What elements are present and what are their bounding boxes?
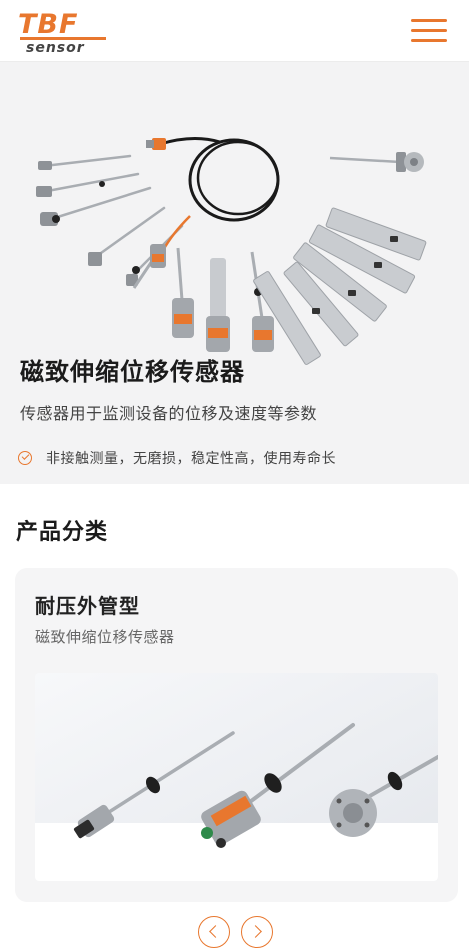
tbf-logo[interactable]: TBF sensor — [18, 9, 118, 56]
product-category-card[interactable]: 耐压外管型 磁致伸缩位移传感器 — [15, 568, 458, 902]
check-circle-icon — [18, 451, 32, 465]
section-title: 产品分类 — [16, 520, 109, 545]
card-subtitle: 磁致伸缩位移传感器 — [35, 628, 175, 646]
hero-title: 磁致伸缩位移传感器 — [20, 358, 245, 386]
hamburger-menu-icon[interactable] — [411, 17, 447, 45]
logo-wordmark: TBF — [18, 9, 79, 40]
hero-description: 传感器用于监测设备的位移及速度等参数 — [20, 404, 318, 423]
chevron-left-icon[interactable] — [198, 916, 230, 948]
hero-feature-text: 非接触测量，无磨损，稳定性高，使用寿命长 — [46, 451, 336, 467]
logo-subtitle: sensor — [26, 40, 85, 56]
hero-feature-item: 非接触测量，无磨损，稳定性高，使用寿命长 — [18, 448, 336, 468]
pressure-tube-sensor-image — [35, 673, 438, 881]
hero-banner: 磁致伸缩位移传感器 传感器用于监测设备的位移及速度等参数 非接触测量，无磨损，稳… — [0, 62, 469, 484]
site-header: TBF sensor — [0, 0, 469, 62]
sensor-product-family-image — [36, 136, 427, 365]
card-title: 耐压外管型 — [35, 594, 140, 618]
chevron-right-icon[interactable] — [241, 916, 273, 948]
